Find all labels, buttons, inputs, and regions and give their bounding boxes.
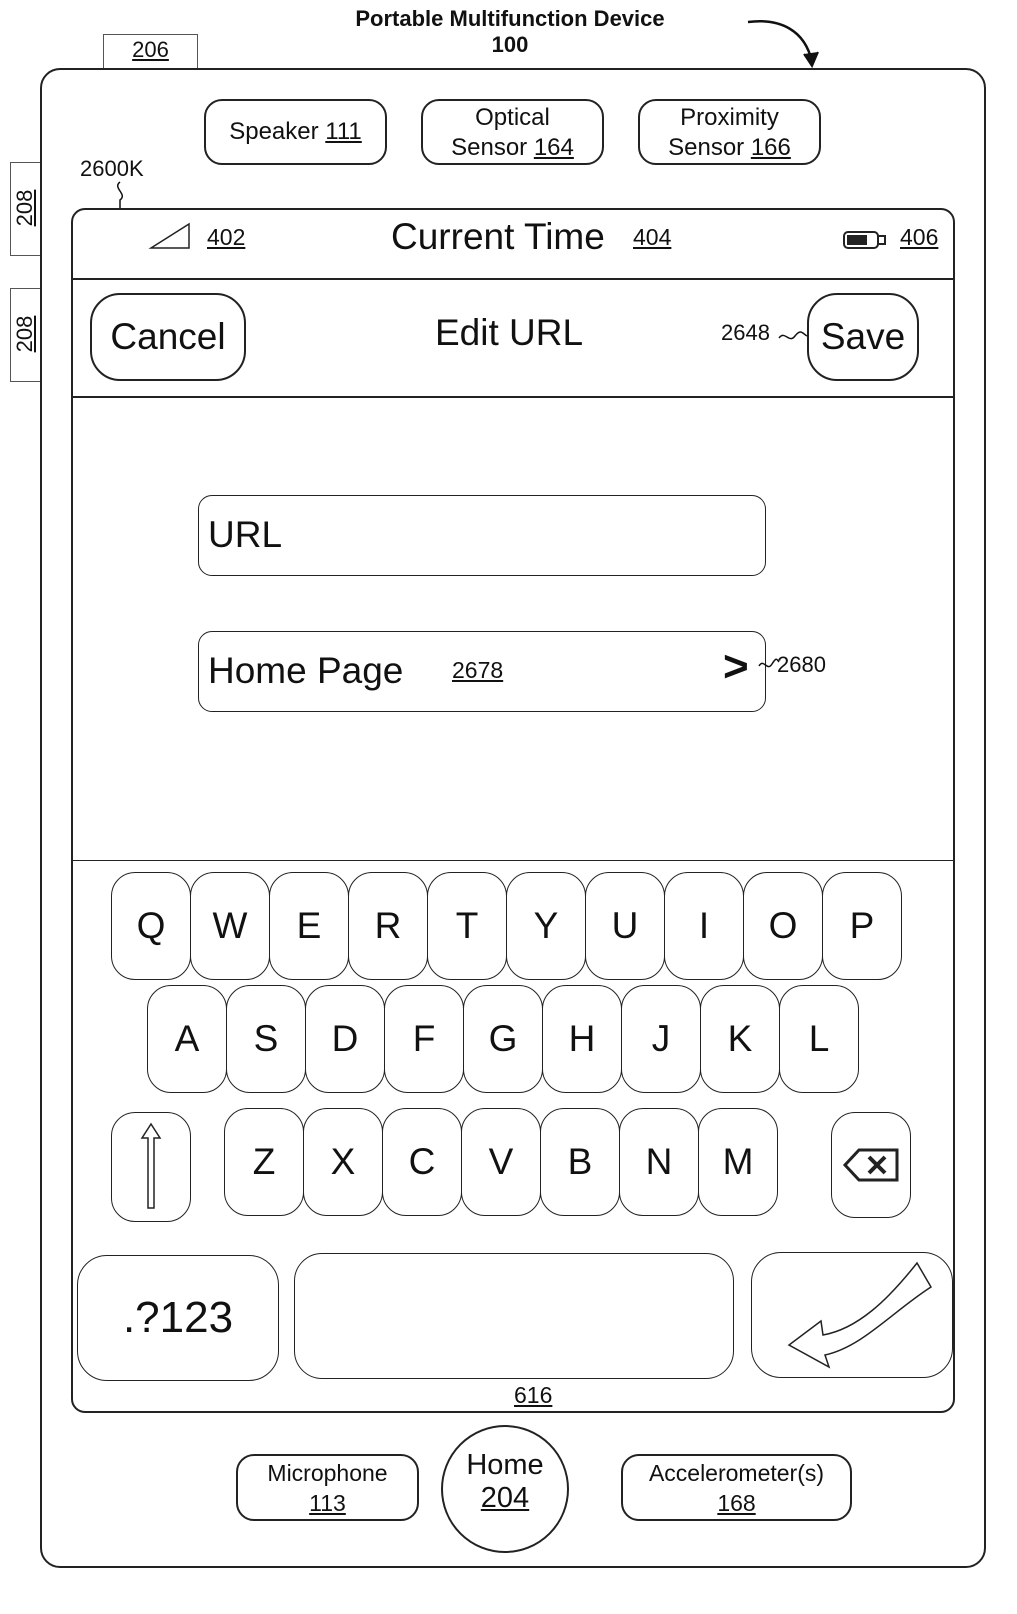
side-button-2[interactable]: 208: [10, 288, 40, 382]
key-row3-5[interactable]: N: [619, 1108, 699, 1216]
accelerometer-label: Accelerometer(s): [648, 1460, 825, 1486]
microphone-ref: 113: [309, 1490, 346, 1516]
key-row2-5[interactable]: H: [542, 985, 622, 1093]
proximity-sensor-line2: Sensor: [668, 134, 745, 161]
key-row1-0[interactable]: Q: [111, 872, 191, 980]
key-row3-2[interactable]: C: [382, 1108, 462, 1216]
speaker-label: Speaker: [229, 118, 319, 145]
key-row3-1[interactable]: X: [303, 1108, 383, 1216]
device-title: Portable Multifunction Device 100: [290, 6, 730, 58]
url-field[interactable]: URL: [198, 495, 766, 576]
key-row3-3[interactable]: V: [461, 1108, 541, 1216]
device-arrow-icon: [747, 20, 819, 69]
key-row1-7[interactable]: I: [664, 872, 744, 980]
home-label: Home: [466, 1449, 544, 1481]
status-bar: 402 Current Time 404 406: [73, 210, 953, 280]
home-page-label: Home Page: [208, 650, 404, 691]
nav-title: Edit URL: [435, 312, 584, 353]
proximity-sensor-line1: Proximity: [680, 104, 779, 131]
save-ref-squiggle-icon: [778, 331, 808, 340]
top-button-ref: 206: [132, 37, 169, 62]
key-row2-2[interactable]: D: [305, 985, 385, 1093]
return-arrow-icon: [787, 1261, 933, 1369]
screen: 402 Current Time 404 406 Cancel Edit URL…: [71, 208, 955, 1413]
chevron-ref-squiggle-icon: [758, 658, 780, 668]
device-ref: 100: [491, 32, 529, 57]
microphone-box: Microphone 113: [236, 1454, 419, 1521]
chevron-ref: 2680: [777, 652, 826, 677]
key-row1-9[interactable]: P: [822, 872, 902, 980]
key-row1-8[interactable]: O: [743, 872, 823, 980]
key-row2-4[interactable]: G: [463, 985, 543, 1093]
key-row2-1[interactable]: S: [226, 985, 306, 1093]
battery-ref: 406: [900, 224, 939, 250]
optical-sensor-ref: 164: [533, 134, 574, 161]
numbers-key[interactable]: .?123: [77, 1255, 279, 1381]
side-button-1-ref: 208: [12, 189, 37, 227]
device-title-text: Portable Multifunction Device: [355, 6, 665, 31]
key-row3-6[interactable]: M: [698, 1108, 778, 1216]
key-row3-0[interactable]: Z: [224, 1108, 304, 1216]
key-row2-8[interactable]: L: [779, 985, 859, 1093]
chevron-right-icon[interactable]: >: [723, 642, 749, 692]
keyboard-ref: 616: [514, 1382, 553, 1408]
home-page-ref: 2678: [452, 657, 504, 683]
microphone-label: Microphone: [267, 1460, 388, 1486]
optical-sensor-box: Optical Sensor 164: [421, 99, 604, 165]
battery-icon: [843, 231, 886, 249]
key-row1-1[interactable]: W: [190, 872, 270, 980]
return-key[interactable]: [751, 1252, 953, 1378]
speaker-ref: 111: [325, 118, 362, 145]
key-row1-2[interactable]: E: [269, 872, 349, 980]
key-row2-3[interactable]: F: [384, 985, 464, 1093]
key-row1-5[interactable]: Y: [506, 872, 586, 980]
optical-sensor-line1: Optical: [475, 104, 550, 131]
home-page-row[interactable]: Home Page 2678 >: [198, 631, 766, 712]
signal-strength-icon: [148, 222, 190, 249]
home-button[interactable]: Home 204: [441, 1425, 569, 1553]
shift-key[interactable]: [111, 1112, 191, 1222]
save-ref: 2648: [721, 320, 770, 345]
keyboard-divider: [73, 860, 953, 861]
optical-sensor-line2: Sensor: [451, 134, 528, 161]
shift-arrow-icon: [140, 1122, 162, 1209]
backspace-icon: [842, 1148, 899, 1182]
url-placeholder: URL: [208, 514, 283, 555]
current-time: Current Time: [391, 216, 605, 257]
delete-key[interactable]: [831, 1112, 911, 1218]
proximity-sensor-box: Proximity Sensor 166: [638, 99, 821, 165]
top-button[interactable]: 206: [103, 34, 198, 70]
side-button-1[interactable]: 208: [10, 162, 40, 256]
save-button[interactable]: Save: [807, 293, 919, 381]
time-ref: 404: [633, 224, 672, 250]
proximity-sensor-ref: 166: [750, 134, 791, 161]
key-row1-6[interactable]: U: [585, 872, 665, 980]
screen-ref: 2600K: [80, 156, 144, 181]
home-ref: 204: [480, 1482, 530, 1514]
key-row3-4[interactable]: B: [540, 1108, 620, 1216]
space-key[interactable]: [294, 1253, 734, 1379]
nav-bar: Cancel Edit URL 2648 Save: [73, 278, 953, 398]
accelerometer-ref: 168: [717, 1490, 756, 1516]
accelerometer-box: Accelerometer(s) 168: [621, 1454, 852, 1521]
key-row1-4[interactable]: T: [427, 872, 507, 980]
side-button-2-ref: 208: [12, 315, 37, 353]
key-row2-0[interactable]: A: [147, 985, 227, 1093]
key-row1-3[interactable]: R: [348, 872, 428, 980]
speaker-box: Speaker 111: [204, 99, 387, 165]
key-row2-7[interactable]: K: [700, 985, 780, 1093]
cancel-button[interactable]: Cancel: [90, 293, 246, 381]
signal-ref: 402: [207, 224, 246, 250]
key-row2-6[interactable]: J: [621, 985, 701, 1093]
